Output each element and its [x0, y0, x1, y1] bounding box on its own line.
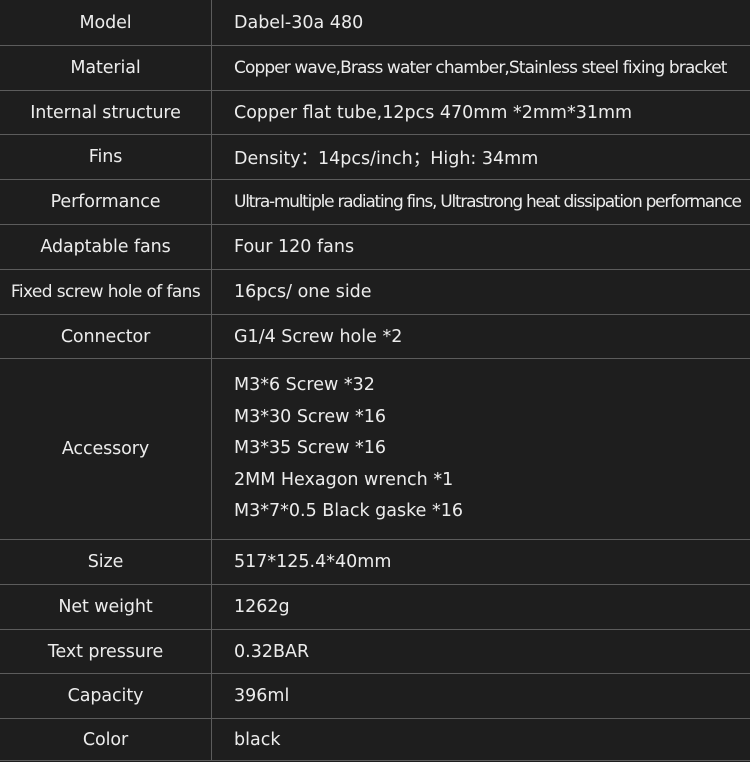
table-row-fins: Fins Density：14pcs/inch；High: 34mm: [0, 134, 750, 179]
row-label: Text pressure: [0, 630, 212, 673]
row-value: 0.32BAR: [234, 641, 310, 662]
row-label: Material: [0, 46, 212, 90]
table-row-net-weight: Net weight 1262g: [0, 584, 750, 629]
table-row-material: Material Copper wave,Brass water chamber…: [0, 45, 750, 90]
list-item: M3*30 Screw *16: [234, 406, 387, 427]
row-value: 517*125.4*40mm: [234, 552, 392, 572]
row-value: Copper wave,Brass water chamber,Stainles…: [234, 58, 727, 78]
table-row-internal-structure: Internal structure Copper flat tube,12pc…: [0, 90, 750, 134]
table-row-color: Color black: [0, 718, 750, 760]
table-bottom-border: [0, 760, 750, 761]
row-value: G1/4 Screw hole *2: [234, 326, 403, 347]
row-value: black: [234, 729, 281, 750]
row-value: Four 120 fans: [234, 237, 355, 257]
table-row-performance: Performance Ultra-multiple radiating fin…: [0, 179, 750, 224]
row-label: Size: [0, 540, 212, 584]
table-row-size: Size 517*125.4*40mm: [0, 539, 750, 584]
row-value: Copper flat tube,12pcs 470mm *2mm*31mm: [234, 102, 633, 123]
row-value: 396ml: [234, 686, 290, 706]
row-value: Ultra-multiple radiating fins, Ultrastro…: [234, 192, 742, 212]
row-label: Color: [0, 719, 212, 760]
table-row-adaptable-fans: Adaptable fans Four 120 fans: [0, 224, 750, 269]
row-value-list: M3*6 Screw *32 M3*30 Screw *16 M3*35 Scr…: [212, 359, 750, 539]
row-label: Performance: [0, 180, 212, 224]
list-item: M3*6 Screw *32: [234, 375, 375, 396]
table-row-text-pressure: Text pressure 0.32BAR: [0, 629, 750, 673]
row-label: Connector: [0, 315, 212, 358]
list-item: 2MM Hexagon wrench *1: [234, 469, 454, 490]
row-label: Fixed screw hole of fans: [0, 270, 212, 314]
list-item: M3*7*0.5 Black gaske *16: [234, 501, 463, 522]
spec-table: Model Dabel-30a 480 Material Copper wave…: [0, 0, 750, 762]
row-label: Net weight: [0, 585, 212, 629]
row-value: 16pcs/ one side: [234, 282, 372, 302]
table-row-model: Model Dabel-30a 480: [0, 0, 750, 45]
row-label: Internal structure: [0, 91, 212, 134]
list-item: M3*35 Screw *16: [234, 438, 387, 459]
table-row-connector: Connector G1/4 Screw hole *2: [0, 314, 750, 358]
table-row-accessory: Accessory M3*6 Screw *32 M3*30 Screw *16…: [0, 358, 750, 539]
row-label: Accessory: [0, 359, 212, 539]
row-label: Model: [0, 0, 212, 45]
table-row-fixed-screw-hole: Fixed screw hole of fans 16pcs/ one side: [0, 269, 750, 314]
row-value: Density：14pcs/inch；High: 34mm: [234, 148, 539, 169]
row-label: Capacity: [0, 674, 212, 718]
row-label: Adaptable fans: [0, 225, 212, 269]
row-value: Dabel-30a 480: [234, 12, 364, 33]
table-row-capacity: Capacity 396ml: [0, 673, 750, 718]
row-value: 1262g: [234, 597, 290, 617]
row-label: Fins: [0, 135, 212, 179]
